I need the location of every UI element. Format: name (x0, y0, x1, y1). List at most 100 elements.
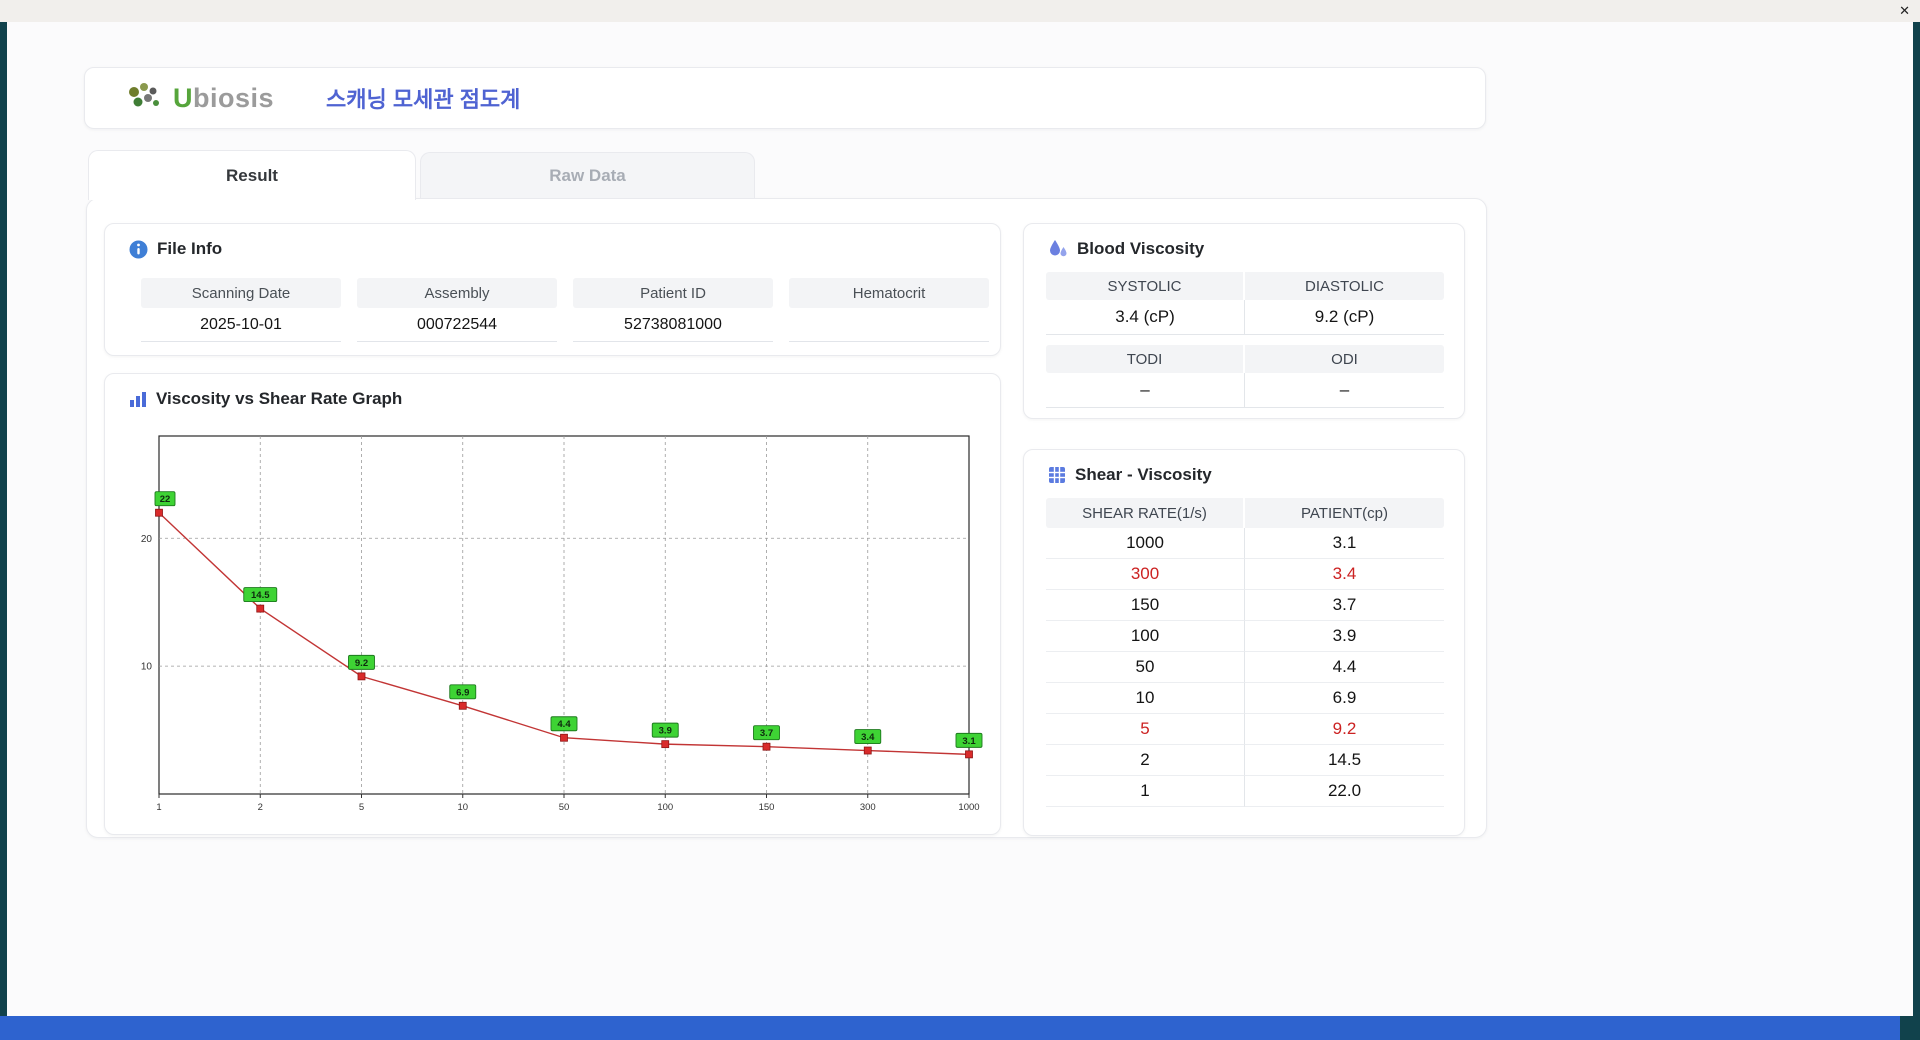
shear-rate-cell: 5 (1046, 714, 1245, 745)
field-label: Patient ID (573, 278, 773, 308)
shear-rate-cell: 150 (1046, 590, 1245, 621)
column-header: SHEAR RATE(1/s) (1046, 498, 1245, 528)
table-row: 1003.9 (1046, 621, 1444, 652)
field-value (789, 308, 989, 342)
blood-viscosity-label-row: SYSTOLICDIASTOLIC (1046, 272, 1444, 300)
file-info-field: Patient ID52738081000 (573, 278, 773, 342)
svg-text:3.9: 3.9 (659, 726, 672, 737)
svg-text:2: 2 (258, 802, 263, 813)
blood-viscosity-grid: SYSTOLICDIASTOLIC3.4 (cP)9.2 (cP) TODIODI… (1046, 272, 1444, 408)
page-title: 스캐닝 모세관 점도계 (326, 82, 520, 114)
blood-viscosity-value: 3.4 (cP) (1046, 300, 1245, 335)
file-info-field: Assembly000722544 (357, 278, 557, 342)
svg-text:300: 300 (860, 802, 876, 813)
shear-rate-cell: 10 (1046, 683, 1245, 714)
table-row: 3003.4 (1046, 559, 1444, 590)
shear-table-header: SHEAR RATE(1/s)PATIENT(cp) (1046, 498, 1444, 528)
patient-cell: 3.4 (1245, 559, 1444, 590)
file-info-fields: Scanning Date2025-10-01 Assembly000722544… (141, 278, 989, 342)
shear-rate-cell: 1 (1046, 776, 1245, 807)
patient-cell: 3.1 (1245, 528, 1444, 559)
table-row: 504.4 (1046, 652, 1444, 683)
svg-text:1: 1 (156, 802, 161, 813)
app-header: Ubiosis 스캐닝 모세관 점도계 (84, 67, 1486, 129)
table-row: 106.9 (1046, 683, 1444, 714)
table-row: 10003.1 (1046, 528, 1444, 559)
svg-text:50: 50 (559, 802, 570, 813)
shear-rate-cell: 1000 (1046, 528, 1245, 559)
tab-raw-data[interactable]: Raw Data (420, 152, 755, 198)
field-value: 52738081000 (573, 308, 773, 342)
table-row: 1503.7 (1046, 590, 1444, 621)
window-title-bar: ✕ (0, 0, 1920, 22)
logo-text: Ubiosis (173, 83, 274, 114)
field-label: Hematocrit (789, 278, 989, 308)
blood-viscosity-label: SYSTOLIC (1046, 272, 1245, 300)
ubiosis-logo: Ubiosis (125, 81, 274, 115)
file-info-field: Hematocrit (789, 278, 989, 342)
bar-chart-icon (129, 390, 147, 408)
droplet-icon (1048, 239, 1068, 259)
shear-rate-cell: 2 (1046, 745, 1245, 776)
close-icon[interactable]: ✕ (1899, 2, 1910, 20)
table-row: 122.0 (1046, 776, 1444, 807)
svg-text:6.9: 6.9 (456, 687, 469, 698)
svg-text:5: 5 (359, 802, 364, 813)
taskbar (0, 1016, 1900, 1040)
table-row: 59.2 (1046, 714, 1444, 745)
shear-rate-cell: 100 (1046, 621, 1245, 652)
blood-viscosity-label-row: TODIODI (1046, 345, 1444, 373)
field-value: 2025-10-01 (141, 308, 341, 342)
svg-text:9.2: 9.2 (355, 658, 368, 669)
shear-viscosity-card: Shear - Viscosity SHEAR RATE(1/s)PATIENT… (1023, 449, 1465, 836)
shear-viscosity-title: Shear - Viscosity (1048, 465, 1212, 485)
shear-rate-cell: 50 (1046, 652, 1245, 683)
viscosity-graph-card: Viscosity vs Shear Rate Graph 10 20 1 2 5 10 5… (104, 373, 1001, 835)
svg-text:1000: 1000 (958, 802, 979, 813)
patient-cell: 6.9 (1245, 683, 1444, 714)
file-info-title: File Info (129, 239, 222, 259)
info-icon (129, 240, 148, 259)
file-info-card: File Info Scanning Date2025-10-01 Assembl… (104, 223, 1001, 356)
graph-title: Viscosity vs Shear Rate Graph (129, 389, 402, 409)
svg-text:20: 20 (141, 534, 153, 545)
blood-viscosity-title: Blood Viscosity (1048, 239, 1204, 259)
blood-viscosity-value-row: –– (1046, 373, 1444, 408)
svg-text:3.1: 3.1 (962, 736, 976, 747)
patient-cell: 9.2 (1245, 714, 1444, 745)
svg-text:22: 22 (160, 494, 171, 505)
shear-viscosity-table: SHEAR RATE(1/s)PATIENT(cp) 10003.13003.4… (1046, 498, 1444, 807)
svg-text:14.5: 14.5 (251, 590, 270, 601)
shear-table-body: 10003.13003.41503.71003.9504.4106.959.22… (1046, 528, 1444, 807)
svg-text:10: 10 (141, 662, 153, 673)
table-icon (1048, 466, 1066, 484)
blood-viscosity-card: Blood Viscosity SYSTOLICDIASTOLIC3.4 (cP… (1023, 223, 1465, 419)
app-window: Ubiosis 스캐닝 모세관 점도계 Result Raw Data File… (7, 22, 1913, 1016)
table-row: 214.5 (1046, 745, 1444, 776)
svg-text:3.7: 3.7 (760, 728, 773, 739)
blood-viscosity-value-row: 3.4 (cP)9.2 (cP) (1046, 300, 1444, 335)
ubiosis-logo-icon (125, 81, 165, 115)
field-label: Scanning Date (141, 278, 341, 308)
tab-result[interactable]: Result (88, 150, 416, 200)
shear-rate-cell: 300 (1046, 559, 1245, 590)
svg-text:10: 10 (457, 802, 468, 813)
svg-text:100: 100 (657, 802, 673, 813)
svg-text:4.4: 4.4 (557, 719, 571, 730)
patient-cell: 3.7 (1245, 590, 1444, 621)
patient-cell: 14.5 (1245, 745, 1444, 776)
viscosity-chart: 10 20 1 2 5 10 50 100 150 300 1000 22 14.5 9.2 6.9 4.4 3… (125, 426, 1005, 826)
blood-viscosity-value: – (1046, 373, 1245, 408)
patient-cell: 4.4 (1245, 652, 1444, 683)
patient-cell: 22.0 (1245, 776, 1444, 807)
blood-viscosity-value: 9.2 (cP) (1245, 300, 1444, 335)
column-header: PATIENT(cp) (1245, 498, 1444, 528)
field-value: 000722544 (357, 308, 557, 342)
blood-viscosity-value: – (1245, 373, 1444, 408)
field-label: Assembly (357, 278, 557, 308)
result-panel: File Info Scanning Date2025-10-01 Assembl… (86, 198, 1487, 838)
blood-viscosity-label: DIASTOLIC (1245, 272, 1444, 300)
svg-text:3.4: 3.4 (861, 732, 875, 743)
blood-viscosity-label: TODI (1046, 345, 1245, 373)
svg-text:150: 150 (759, 802, 775, 813)
